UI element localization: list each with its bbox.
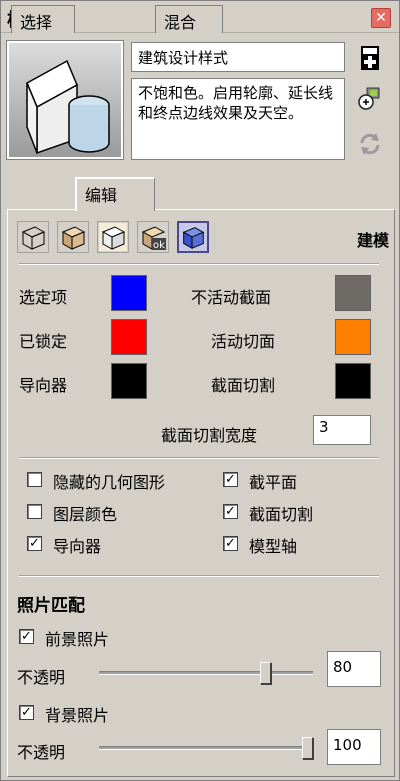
watermark-settings-icon[interactable]: ok (137, 221, 169, 253)
layer-colors-checkbox[interactable] (27, 504, 42, 519)
guides-checkbox[interactable]: ✓ (27, 536, 42, 551)
tab-mix[interactable]: 混合 (155, 5, 223, 33)
hidden-geometry-checkbox[interactable] (27, 472, 42, 487)
separator (19, 457, 379, 459)
hidden-geometry-label: 隐藏的几何图形 (53, 473, 166, 492)
refresh-icon[interactable] (357, 131, 383, 157)
guides-color-label: 导向器 (19, 376, 68, 395)
edge-settings-icon[interactable] (17, 221, 49, 253)
section-cuts-checkbox[interactable]: ✓ (223, 504, 238, 519)
edit-mode-label: 建模 (356, 231, 389, 250)
foreground-photo-checkbox[interactable]: ✓ (19, 629, 34, 644)
active-section-color-swatch[interactable] (335, 319, 371, 355)
inactive-section-color-label: 不活动截面 (191, 288, 272, 307)
style-preview-thumbnail (6, 40, 124, 160)
background-photo-checkbox[interactable]: ✓ (19, 705, 34, 720)
model-axes-checkbox[interactable]: ✓ (223, 536, 238, 551)
photo-match-title: 照片匹配 (17, 596, 85, 616)
background-opacity-slider-track[interactable] (99, 746, 313, 750)
tab-select[interactable]: 选择 (11, 5, 75, 33)
foreground-opacity-slider-thumb[interactable] (260, 662, 271, 684)
background-settings-icon[interactable] (97, 221, 129, 253)
separator (19, 575, 379, 577)
section-cut-width-label: 截面切割宽度 (161, 426, 258, 445)
locked-color-swatch[interactable] (111, 319, 147, 355)
layer-colors-label: 图层颜色 (53, 505, 118, 524)
selected-color-label: 选定项 (19, 288, 68, 307)
foreground-opacity-slider-track[interactable] (99, 671, 313, 675)
guides-color-swatch[interactable] (111, 363, 147, 399)
section-cuts-label: 截面切割 (249, 505, 314, 524)
style-description-field[interactable]: 不饱和色。启用轮廓、延长线和终点边线效果及天空。 (131, 78, 345, 160)
svg-text:ok: ok (153, 240, 165, 251)
separator (19, 263, 379, 265)
foreground-opacity-input[interactable]: 80 (327, 651, 381, 687)
background-photo-label: 背景照片 (45, 706, 110, 725)
section-planes-label: 截平面 (249, 473, 298, 492)
background-opacity-slider-thumb[interactable] (302, 737, 313, 759)
background-opacity-label: 不透明 (17, 743, 66, 762)
background-opacity-input[interactable]: 100 (327, 729, 381, 765)
close-icon[interactable]: ✕ (371, 8, 391, 28)
styles-window: 样式 ✕ 建筑设计样式 不饱和色。启用轮廓、延长线和终点边线效果及天空。 (0, 0, 400, 781)
foreground-photo-label: 前景照片 (45, 630, 110, 649)
locked-color-label: 已锁定 (19, 332, 68, 351)
face-settings-icon[interactable] (57, 221, 89, 253)
selected-color-swatch[interactable] (111, 275, 147, 311)
section-cut-width-input[interactable]: 3 (313, 415, 371, 445)
tab-edit[interactable]: 编辑 (75, 177, 155, 211)
modeling-settings-icon[interactable] (177, 221, 209, 253)
style-name-field[interactable]: 建筑设计样式 (131, 42, 345, 72)
foreground-opacity-label: 不透明 (17, 668, 66, 687)
section-cuts-color-swatch[interactable] (335, 363, 371, 399)
section-planes-checkbox[interactable]: ✓ (223, 472, 238, 487)
update-style-icon[interactable] (357, 85, 383, 111)
create-style-icon[interactable] (357, 45, 383, 71)
active-section-color-label: 活动切面 (211, 332, 276, 351)
guides-label: 导向器 (53, 537, 102, 556)
inactive-section-color-swatch[interactable] (335, 275, 371, 311)
model-axes-label: 模型轴 (249, 537, 298, 556)
section-cuts-color-label: 截面切割 (211, 376, 276, 395)
